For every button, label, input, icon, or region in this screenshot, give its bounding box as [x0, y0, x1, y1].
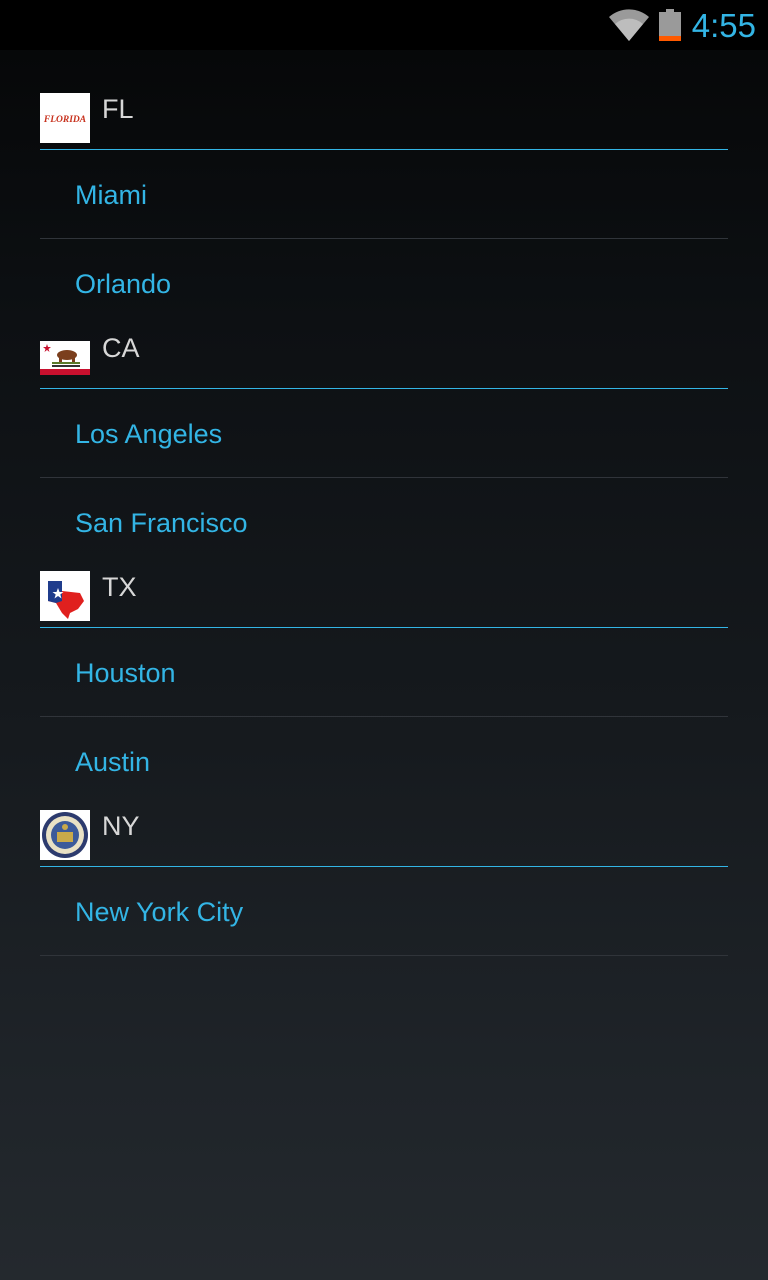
list-item[interactable]: New York City: [40, 867, 728, 956]
state-label: CA: [102, 333, 140, 363]
new-york-seal-icon: [40, 810, 90, 860]
list-item[interactable]: Los Angeles: [40, 389, 728, 478]
battery-icon: [659, 9, 681, 41]
city-label: Miami: [75, 180, 147, 210]
list-item[interactable]: Houston: [40, 628, 728, 717]
state-label: NY: [102, 811, 140, 841]
status-bar: 4:55: [0, 0, 768, 50]
city-label: Los Angeles: [75, 419, 223, 449]
list-item[interactable]: Orlando: [40, 239, 728, 299]
california-flag-icon: [40, 341, 90, 375]
city-list: FLORIDA FL Miami Orlando CA Los Angeles: [0, 50, 768, 956]
svg-text:FLORIDA: FLORIDA: [43, 115, 86, 125]
wifi-icon: [609, 9, 649, 41]
section-header-tx: TX: [40, 528, 728, 628]
state-label: FL: [102, 94, 134, 124]
list-item[interactable]: Miami: [40, 150, 728, 239]
clock: 4:55: [691, 7, 756, 44]
section-header-fl: FLORIDA FL: [40, 50, 728, 150]
list-item[interactable]: Austin: [40, 717, 728, 777]
list-item[interactable]: San Francisco: [40, 478, 728, 538]
city-label: Houston: [75, 658, 176, 688]
section-header-ny: NY: [40, 767, 728, 867]
section-header-ca: CA: [40, 289, 728, 389]
state-label: TX: [102, 572, 137, 602]
florida-flag-icon: FLORIDA: [40, 93, 90, 143]
city-label: New York City: [75, 897, 244, 927]
texas-map-flag-icon: [40, 571, 90, 621]
